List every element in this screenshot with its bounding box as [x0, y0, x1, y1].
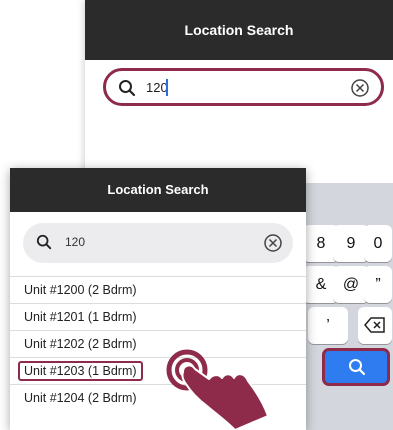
list-item[interactable]: Unit #1200 (2 Bdrm): [10, 276, 306, 303]
search-value: 120: [65, 235, 86, 249]
page-title: Location Search: [85, 0, 393, 60]
backspace-key[interactable]: [358, 307, 392, 344]
key-apostrophe[interactable]: ’: [308, 307, 348, 344]
keyboard-search-key[interactable]: [322, 348, 390, 386]
clear-icon[interactable]: [263, 233, 283, 253]
clear-icon[interactable]: [350, 78, 370, 98]
search-icon: [119, 80, 136, 97]
list-item[interactable]: Unit #1201 (1 Bdrm): [10, 303, 306, 330]
list-item-label: Unit #1202 (2 Bdrm): [24, 337, 137, 351]
tap-gesture-icon: [166, 349, 269, 430]
list-item-label: Unit #1201 (1 Bdrm): [24, 310, 137, 324]
list-item-label: Unit #1203 (1 Bdrm): [18, 361, 143, 381]
search-icon: [349, 359, 366, 376]
list-item-label: Unit #1204 (2 Bdrm): [24, 391, 137, 405]
search-value: 120: [146, 80, 168, 95]
key-quote[interactable]: ”: [364, 266, 392, 303]
text-cursor: [166, 79, 168, 96]
search-icon: [36, 234, 52, 250]
search-input[interactable]: 120: [103, 68, 384, 106]
list-item-label: Unit #1200 (2 Bdrm): [24, 283, 137, 297]
backspace-icon: [364, 317, 385, 333]
panel-title: Location Search: [10, 168, 306, 212]
search-input[interactable]: 120: [23, 223, 293, 263]
key-0[interactable]: 0: [364, 225, 392, 262]
